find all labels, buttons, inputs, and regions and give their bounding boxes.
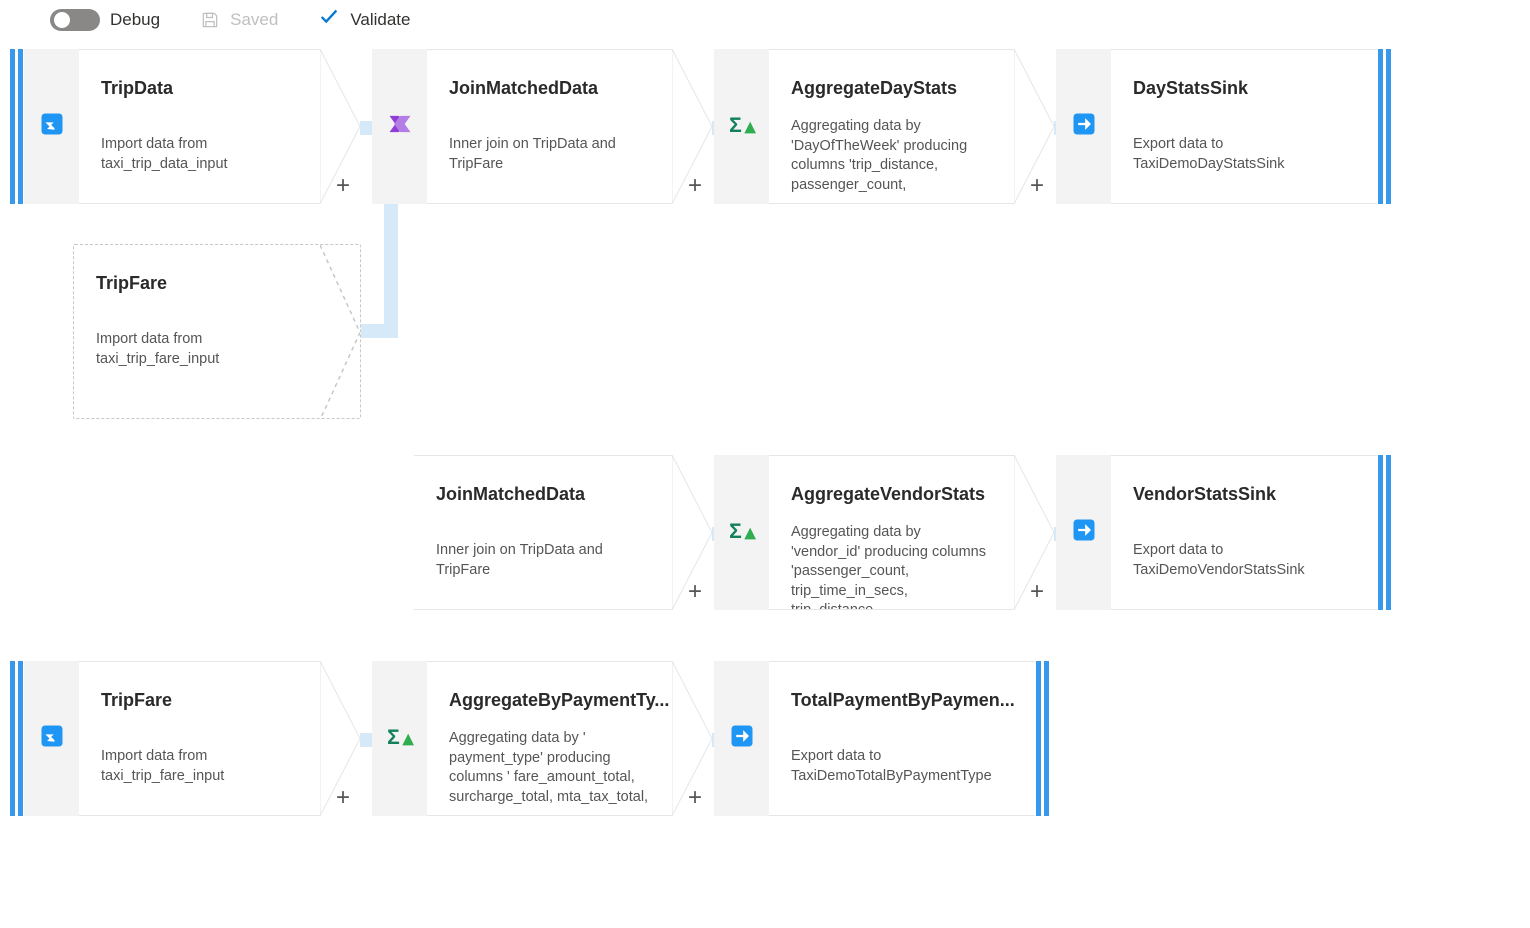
node-desc: Export data to TaxiDemoVendorStatsSink [1133,541,1355,580]
node-aggregatebypaymenttype[interactable]: Σ AggregateByPaymentTy... Aggregating da… [372,661,712,816]
node-title: AggregateByPaymentTy... [449,690,650,711]
sink-icon [714,661,769,816]
node-title: TripData [101,78,298,99]
node-aggregatedaystats[interactable]: Σ AggregateDayStats Aggregating data by … [714,49,1054,204]
node-desc: Import data from taxi_trip_fare_input [96,330,298,369]
svg-text:Σ: Σ [729,520,742,543]
svg-text:Σ: Σ [729,114,742,137]
node-title: TotalPaymentByPaymen... [791,690,1013,711]
node-desc: Export data to TaxiDemoTotalByPaymentTyp… [791,747,1013,786]
node-desc: Aggregating data by 'vendor_id' producin… [791,523,992,610]
node-vendorstatssink[interactable]: VendorStatsSink Export data to TaxiDemoV… [1056,455,1391,610]
node-joinmatcheddata-2[interactable]: JoinMatchedData Inner join on TripData a… [414,455,712,610]
node-title: JoinMatchedData [436,484,650,505]
node-tripfare-reference[interactable]: TripFare Import data from taxi_trip_fare… [73,244,361,419]
node-desc: Import data from taxi_trip_data_input [101,135,298,174]
node-desc: Import data from taxi_trip_fare_input [101,747,298,786]
sink-icon [1056,455,1111,610]
svg-text:Σ: Σ [387,726,400,749]
debug-toggle-icon[interactable] [50,9,100,31]
node-daystatssink[interactable]: DayStatsSink Export data to TaxiDemoDayS… [1056,49,1391,204]
saved-item: Saved [200,10,278,30]
node-tripfare[interactable]: TripFare Import data from taxi_trip_fare… [10,661,360,816]
add-branch-button[interactable]: + [688,172,702,200]
validate-label: Validate [350,10,410,30]
add-branch-button[interactable]: + [1030,172,1044,200]
source-icon [24,661,79,816]
node-title: TripFare [96,273,298,294]
node-joinmatcheddata-1[interactable]: JoinMatchedData Inner join on TripData a… [372,49,712,204]
node-desc: Aggregating data by 'DayOfTheWeek' produ… [791,117,992,195]
node-desc: Export data to TaxiDemoDayStatsSink [1133,135,1355,174]
join-icon [372,49,427,204]
node-title: AggregateVendorStats [791,484,992,505]
node-aggregatevendorstats[interactable]: Σ AggregateVendorStats Aggregating data … [714,455,1054,610]
add-branch-button[interactable]: + [336,172,350,200]
sink-icon [1056,49,1111,204]
node-desc: Inner join on TripData and TripFare [449,135,650,174]
node-title: JoinMatchedData [449,78,650,99]
toolbar: Debug Saved Validate [0,0,1530,49]
node-totalpaymentbypaymenttype[interactable]: TotalPaymentByPaymen... Export data to T… [714,661,1049,816]
debug-toggle-item[interactable]: Debug [50,9,160,31]
node-title: TripFare [101,690,298,711]
node-tripdata[interactable]: TripData Import data from taxi_trip_data… [10,49,360,204]
aggregate-icon: Σ [714,455,769,610]
validate-item[interactable]: Validate [318,6,410,33]
add-branch-button[interactable]: + [688,578,702,606]
node-desc: Inner join on TripData and TripFare [436,541,650,580]
source-icon [24,49,79,204]
node-title: AggregateDayStats [791,78,992,99]
debug-label: Debug [110,10,160,30]
node-title: DayStatsSink [1133,78,1355,99]
add-branch-button[interactable]: + [1030,578,1044,606]
node-desc: Aggregating data by ' payment_type' prod… [449,729,650,807]
check-icon [318,6,340,33]
saved-label: Saved [230,10,278,30]
add-branch-button[interactable]: + [688,784,702,812]
aggregate-icon: Σ [714,49,769,204]
node-title: VendorStatsSink [1133,484,1355,505]
aggregate-icon: Σ [372,661,427,816]
add-branch-button[interactable]: + [336,784,350,812]
save-icon [200,10,220,30]
